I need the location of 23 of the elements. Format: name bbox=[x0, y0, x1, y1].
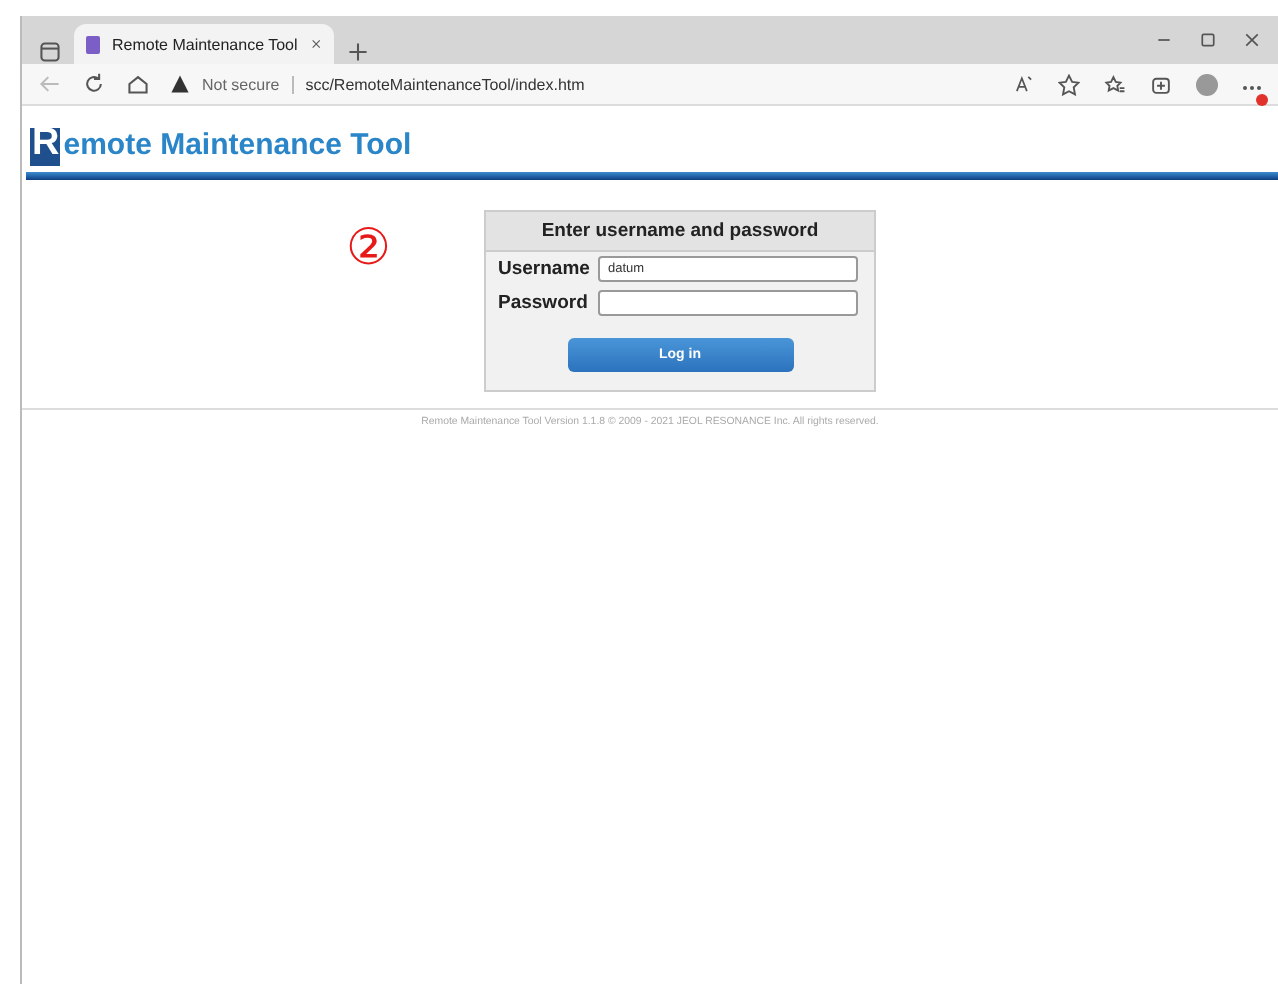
collections-icon[interactable] bbox=[1150, 73, 1172, 95]
star-icon[interactable] bbox=[1058, 73, 1080, 95]
profile-icon[interactable] bbox=[1196, 73, 1218, 95]
field-label: Username bbox=[498, 258, 586, 280]
input-field[interactable] bbox=[598, 290, 858, 316]
read-aloud-icon[interactable] bbox=[1014, 74, 1034, 94]
step-number: ② bbox=[346, 224, 390, 274]
refresh-icon[interactable] bbox=[82, 72, 106, 96]
close-icon[interactable] bbox=[1242, 30, 1262, 50]
maximize-icon[interactable] bbox=[1198, 30, 1218, 50]
new-tab-icon[interactable] bbox=[346, 40, 370, 64]
close-icon[interactable] bbox=[309, 36, 322, 52]
tab-actions-icon[interactable] bbox=[38, 40, 62, 64]
browser-tab[interactable]: Remote Maintenance Tool bbox=[74, 24, 334, 64]
warning-icon bbox=[170, 74, 190, 94]
security-label[interactable]: Not secure bbox=[202, 75, 294, 93]
favorites-icon[interactable] bbox=[1104, 73, 1126, 95]
url-text[interactable]: scc/RemoteMaintenanceTool/index.htm bbox=[305, 75, 585, 93]
field-label: Password bbox=[498, 292, 586, 314]
panel-title: Enter username and password bbox=[486, 212, 874, 252]
more-icon[interactable] bbox=[1242, 84, 1262, 92]
favicon-icon bbox=[86, 35, 100, 53]
home-icon[interactable] bbox=[126, 72, 150, 96]
